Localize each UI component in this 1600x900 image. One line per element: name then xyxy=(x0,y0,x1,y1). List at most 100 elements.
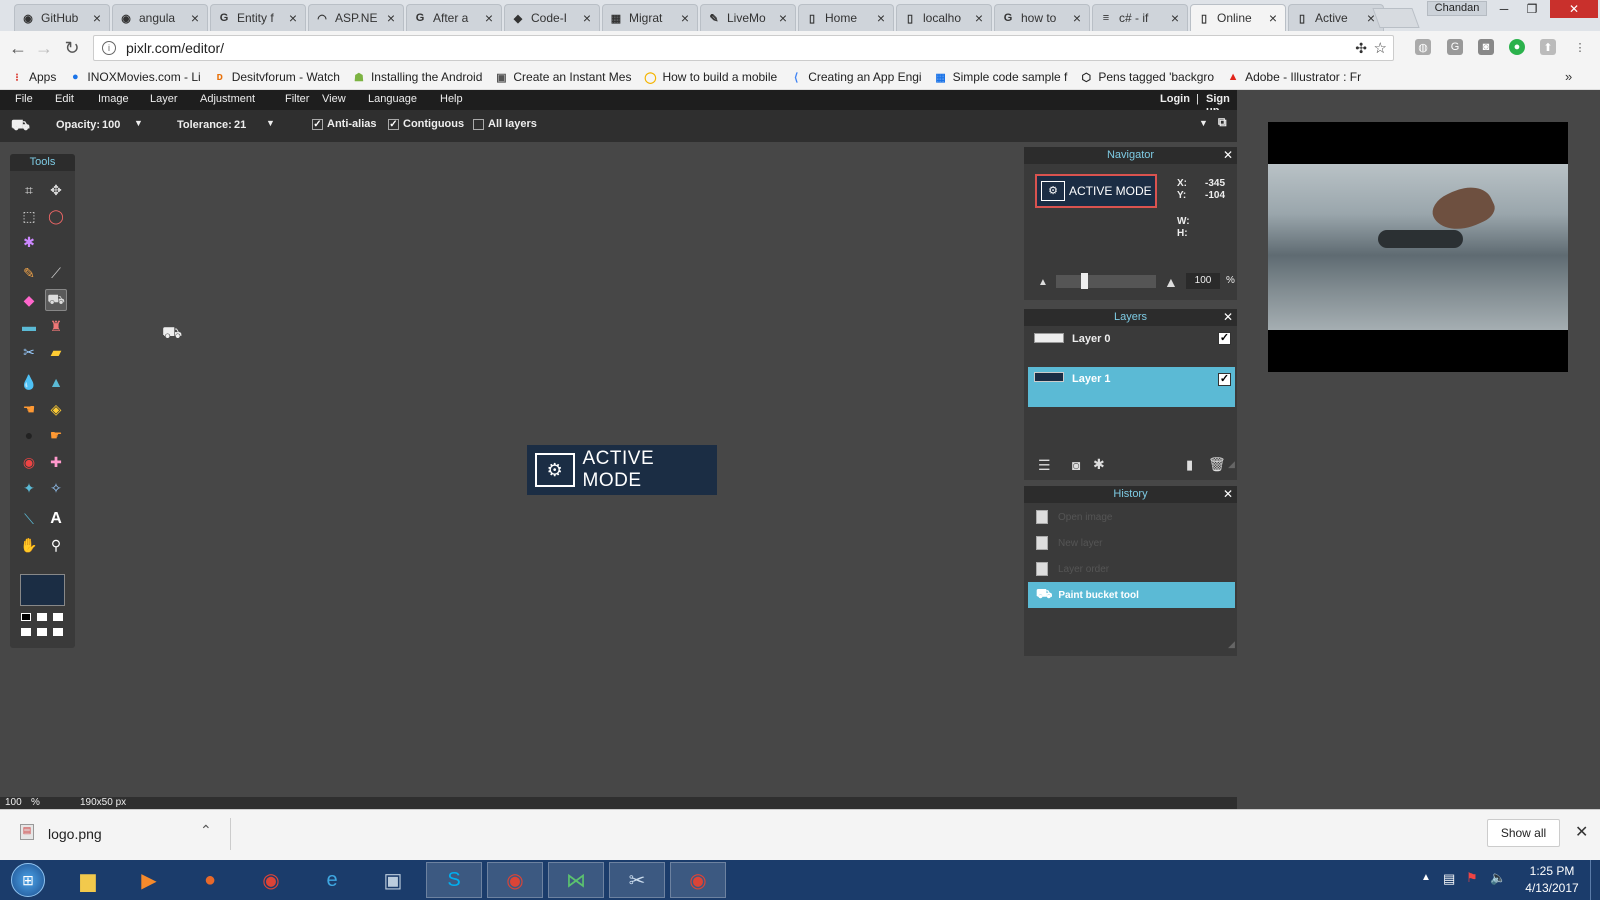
window-close-icon[interactable]: ✕ xyxy=(1550,0,1598,18)
options-dropdown-icon[interactable]: ▼ xyxy=(1199,118,1208,128)
omnibox[interactable]: i pixlr.com/editor/ ✣ ☆ xyxy=(93,35,1394,61)
menu-image[interactable]: Image xyxy=(98,93,129,105)
burn-icon[interactable]: ● xyxy=(18,424,40,446)
network-icon[interactable]: ▤ xyxy=(1443,871,1455,887)
close-icon[interactable]: ✕ xyxy=(1223,486,1233,503)
back-icon[interactable]: ← xyxy=(8,38,28,59)
tab-close-icon[interactable]: × xyxy=(875,10,887,26)
bookmark-star-icon[interactable]: ☆ xyxy=(1374,39,1387,57)
forward-icon[interactable]: → xyxy=(34,38,54,59)
tab-close-icon[interactable]: × xyxy=(1169,10,1181,26)
sharpen-icon[interactable]: ▲ xyxy=(45,371,67,393)
browser-tab[interactable]: ◠ ASP.NE × xyxy=(308,4,404,31)
browser-tab[interactable]: ◉ GitHub × xyxy=(14,4,110,31)
bookmark-item[interactable]: ● INOXMovies.com - Li xyxy=(68,70,201,84)
zoom-out-icon[interactable]: ▲ xyxy=(1038,277,1048,288)
gradient-icon[interactable]: ▬ xyxy=(18,315,40,337)
swatch-black[interactable] xyxy=(21,613,31,621)
tab-close-icon[interactable]: × xyxy=(287,10,299,26)
tab-close-icon[interactable]: × xyxy=(189,10,201,26)
opacity-value[interactable]: 100 xyxy=(102,119,120,131)
primary-color-swatch[interactable] xyxy=(20,574,65,606)
internet-explorer-icon[interactable]: e xyxy=(304,862,360,898)
browser-tab[interactable]: Ghow to × xyxy=(994,4,1090,31)
tab-close-icon[interactable]: × xyxy=(91,10,103,26)
minimize-icon[interactable]: ─ xyxy=(1490,0,1518,18)
browser-tab[interactable]: G Entity f × xyxy=(210,4,306,31)
media-player-icon[interactable]: ▶ xyxy=(121,862,177,898)
opacity-dropdown-icon[interactable]: ▼ xyxy=(134,118,143,128)
color-replace-icon[interactable]: ✂ xyxy=(18,341,40,363)
browser-tab[interactable]: ▯ localho × xyxy=(896,4,992,31)
resize-grip-icon[interactable]: ◢ xyxy=(1228,639,1235,650)
ext-g-icon[interactable]: G xyxy=(1447,39,1463,55)
tab-close-icon[interactable]: × xyxy=(973,10,985,26)
browser-tab[interactable]: ▯ Online × xyxy=(1190,4,1286,31)
history-item[interactable]: New layer xyxy=(1028,530,1235,556)
type-icon[interactable]: A xyxy=(45,508,67,530)
tab-close-icon[interactable]: × xyxy=(1267,10,1279,26)
ext-globe-icon[interactable]: ◍ xyxy=(1415,39,1431,55)
browser-tab[interactable]: G After a × xyxy=(406,4,502,31)
drawing-icon[interactable]: ▰ xyxy=(45,341,67,363)
close-download-bar-icon[interactable]: ✕ xyxy=(1575,822,1588,842)
history-item[interactable]: Open image xyxy=(1028,504,1235,530)
canvas-image[interactable]: ⚙ ACTIVE MODE xyxy=(527,445,717,495)
menu-language[interactable]: Language xyxy=(368,93,417,105)
show-desktop-button[interactable] xyxy=(1590,860,1600,900)
swatch-white[interactable] xyxy=(53,628,63,636)
eraser-icon[interactable]: ◆ xyxy=(18,289,40,311)
all-layers-checkbox[interactable]: All layers xyxy=(473,118,537,130)
marquee-icon[interactable]: ⬚ xyxy=(18,205,40,227)
layer-row-0[interactable]: Layer 0 ✓ xyxy=(1028,327,1235,367)
delete-layer-icon[interactable]: 🗑 xyxy=(1208,456,1226,473)
browser-tab[interactable]: ▯ Home × xyxy=(798,4,894,31)
bookmark-item[interactable]: ᴅ Desitvforum - Watch xyxy=(213,70,340,84)
bookmark-item[interactable]: ⟨ Creating an App Engi xyxy=(789,70,922,84)
clock-date[interactable]: 4/13/2017 xyxy=(1522,881,1582,895)
clone-stamp-icon[interactable]: ♜ xyxy=(45,315,67,337)
login-link[interactable]: Login xyxy=(1160,93,1190,105)
bookmark-item[interactable]: ⁝ Apps xyxy=(10,70,56,84)
browser-tab[interactable]: ≡ c# - if × xyxy=(1092,4,1188,31)
tab-close-icon[interactable]: × xyxy=(1071,10,1083,26)
lasso-icon[interactable]: ◯ xyxy=(45,205,67,227)
zoom-input[interactable]: 100 xyxy=(1186,273,1220,289)
layer-row-1[interactable]: Layer 1 ✓ xyxy=(1028,367,1235,407)
tray-expand-icon[interactable]: ▲ xyxy=(1421,872,1431,883)
dodge-icon[interactable]: ☛ xyxy=(45,424,67,446)
tab-close-icon[interactable]: × xyxy=(679,10,691,26)
tab-close-icon[interactable]: × xyxy=(385,10,397,26)
swatch-white[interactable] xyxy=(53,613,63,621)
move-icon[interactable]: ✥ xyxy=(45,179,67,201)
swatch-white[interactable] xyxy=(21,628,31,636)
history-item[interactable]: Layer order xyxy=(1028,556,1235,582)
browser-tab[interactable]: ▯ Active × xyxy=(1288,4,1384,31)
color-picker-icon[interactable]: ⟍ xyxy=(18,508,40,530)
chrome-menu-icon[interactable]: ⋮ xyxy=(1572,39,1588,55)
zoom-in-icon[interactable]: ▲ xyxy=(1164,274,1178,290)
crop-icon[interactable]: ⌗ xyxy=(18,179,40,201)
browser-tab[interactable]: ◉ angula × xyxy=(112,4,208,31)
skype-icon[interactable]: S xyxy=(426,862,482,898)
blur-icon[interactable]: 💧 xyxy=(18,371,40,393)
menu-edit[interactable]: Edit xyxy=(55,93,74,105)
browser-tab[interactable]: ✎ LiveMo × xyxy=(700,4,796,31)
download-filename[interactable]: logo.png xyxy=(48,826,102,842)
show-all-button[interactable]: Show all xyxy=(1487,819,1560,847)
swatch-white[interactable] xyxy=(37,628,47,636)
bookmark-item[interactable]: ▲ Adobe - Illustrator : Fr xyxy=(1226,70,1362,84)
ext-arrow-icon[interactable]: ⬆ xyxy=(1540,39,1556,55)
bookmarks-overflow-icon[interactable]: » xyxy=(1565,69,1572,84)
layer-visibility-checkbox[interactable]: ✓ xyxy=(1218,373,1231,386)
fullscreen-icon[interactable]: ⧉ xyxy=(1218,115,1227,130)
remote-desktop-icon[interactable]: ▣ xyxy=(365,862,421,898)
video-popup[interactable] xyxy=(1268,122,1568,372)
visual-studio-icon[interactable]: ⋈ xyxy=(548,862,604,898)
menu-help[interactable]: Help xyxy=(440,93,463,105)
url-text[interactable]: pixlr.com/editor/ xyxy=(126,40,224,56)
menu-layer[interactable]: Layer xyxy=(150,93,178,105)
tolerance-value[interactable]: 21 xyxy=(234,119,246,131)
clock-time[interactable]: 1:25 PM xyxy=(1522,864,1582,878)
navigator-thumbnail[interactable]: ⚙ ACTIVE MODE xyxy=(1035,174,1157,208)
